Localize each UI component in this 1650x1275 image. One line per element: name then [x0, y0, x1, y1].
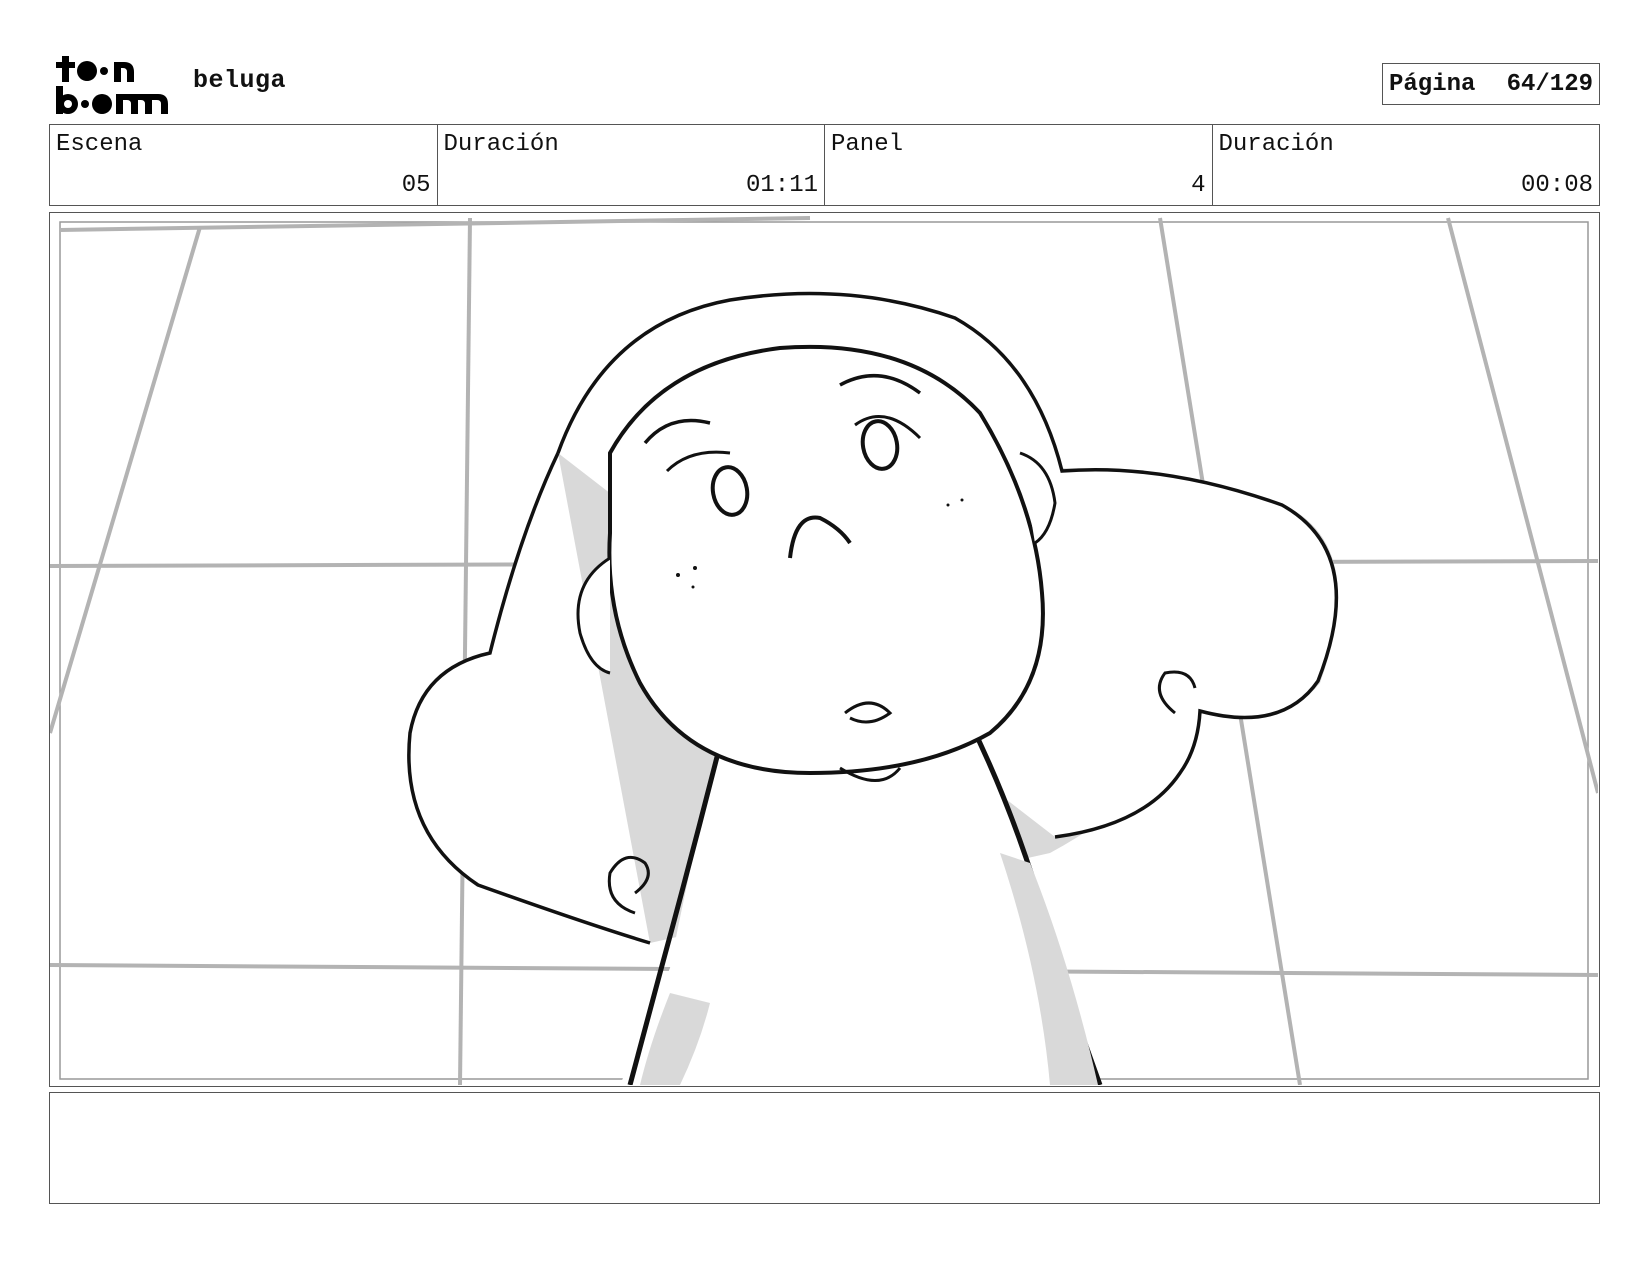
panel-label: Panel	[831, 131, 904, 158]
logo-graphic	[56, 56, 168, 114]
scene-duration-cell: Duración 01:11	[438, 125, 825, 205]
page-label: Página	[1389, 70, 1476, 98]
panel-notes-box	[49, 1092, 1600, 1204]
panel-sketch	[50, 216, 1598, 1085]
panel-value: 4	[1191, 172, 1206, 199]
scene-cell: Escena 05	[50, 125, 438, 205]
scene-info-row: Escena 05 Duración 01:11 Panel 4 Duració…	[49, 124, 1600, 206]
panel-cell: Panel 4	[825, 125, 1213, 205]
panel-duration-value: 00:08	[1520, 172, 1593, 199]
scene-duration-value: 01:11	[745, 172, 818, 199]
scene-label: Escena	[56, 131, 143, 158]
panel-duration-label: Duración	[1218, 131, 1334, 158]
panel-duration-cell: Duración 00:08	[1213, 125, 1600, 205]
scene-value: 05	[401, 172, 431, 199]
scene-duration-label: Duración	[443, 131, 559, 158]
page-counter: Página 64/129	[1382, 63, 1600, 105]
storyboard-panel	[49, 212, 1600, 1087]
project-name: beluga	[193, 66, 287, 95]
page-number: 64/129	[1506, 70, 1593, 98]
toon-boom-logo	[54, 54, 172, 116]
face	[607, 344, 1045, 776]
